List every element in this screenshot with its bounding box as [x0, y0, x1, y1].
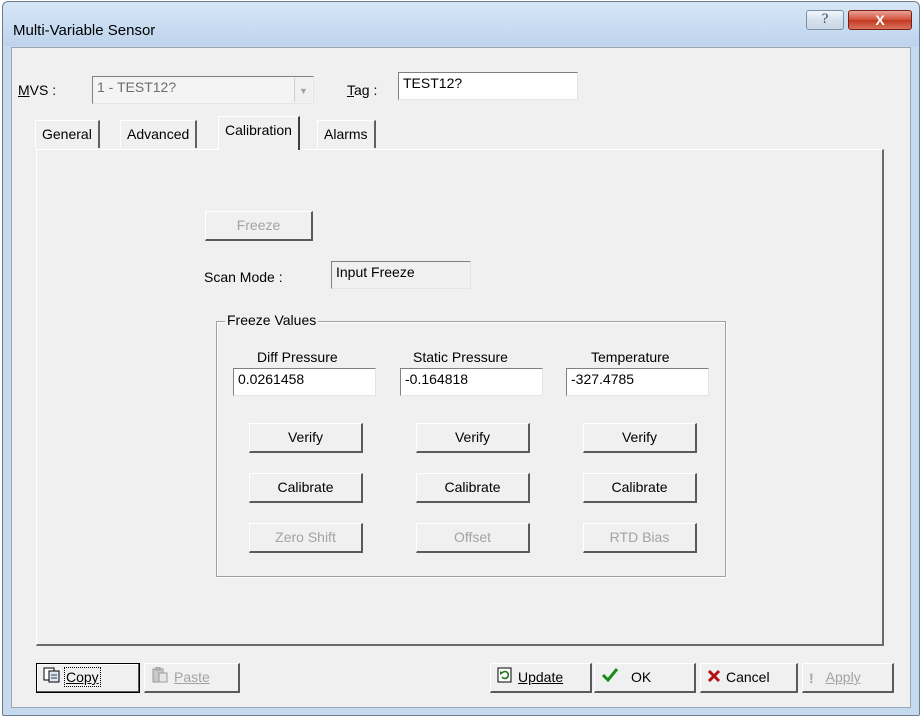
update-label: Update: [518, 669, 564, 685]
tag-input[interactable]: TEST12?: [398, 72, 578, 100]
tab-advanced[interactable]: Advanced: [120, 120, 198, 148]
exclamation-icon: !: [809, 670, 814, 687]
static-pressure-value[interactable]: -0.164818: [400, 368, 543, 396]
paste-icon: [151, 665, 169, 691]
freeze-button[interactable]: Freeze: [205, 211, 313, 241]
diff-pressure-verify-button[interactable]: Verify: [249, 423, 363, 453]
freeze-values-group: Freeze Values Diff Pressure 0.0261458 Ve…: [216, 312, 726, 577]
tag-label: Tag :: [347, 82, 378, 98]
cancel-label: Cancel: [726, 669, 770, 685]
close-icon: X: [875, 12, 885, 28]
cancel-button[interactable]: Cancel: [700, 663, 798, 693]
scan-mode-label: Scan Mode :: [204, 269, 283, 285]
offset-button[interactable]: Offset: [416, 523, 530, 553]
title-bar[interactable]: Multi-Variable Sensor ? X: [3, 2, 919, 46]
diff-pressure-calibrate-button[interactable]: Calibrate: [249, 473, 363, 503]
apply-button[interactable]: ! Apply: [802, 663, 894, 693]
window-title: Multi-Variable Sensor: [13, 22, 156, 39]
diff-pressure-value[interactable]: 0.0261458: [233, 368, 376, 396]
chevron-down-icon[interactable]: ▼: [294, 78, 312, 102]
copy-button[interactable]: Copy: [36, 663, 140, 693]
static-pressure-calibrate-button[interactable]: Calibrate: [416, 473, 530, 503]
diff-pressure-heading: Diff Pressure: [257, 349, 338, 365]
tab-alarms[interactable]: Alarms: [317, 120, 376, 148]
close-button[interactable]: X: [848, 10, 912, 30]
mvs-combobox[interactable]: 1 - TEST12? ▼: [92, 76, 314, 104]
checkmark-icon: [601, 665, 619, 691]
temperature-heading: Temperature: [591, 349, 670, 365]
rtd-bias-button[interactable]: RTD Bias: [583, 523, 697, 553]
scan-mode-value: Input Freeze: [331, 261, 471, 289]
tab-general[interactable]: General: [35, 120, 100, 148]
ok-label: OK: [631, 669, 652, 685]
help-button[interactable]: ?: [806, 10, 844, 30]
ok-button[interactable]: OK: [594, 663, 696, 693]
freeze-values-title: Freeze Values: [225, 312, 319, 328]
refresh-icon: [497, 665, 513, 691]
calibration-panel: Freeze Scan Mode : Input Freeze Freeze V…: [36, 149, 884, 646]
paste-button[interactable]: Paste: [144, 663, 240, 693]
zero-shift-button[interactable]: Zero Shift: [249, 523, 363, 553]
x-icon: [707, 665, 721, 691]
dialog-client-area: MVS : 1 - TEST12? ▼ Tag : TEST12? Genera…: [11, 47, 911, 708]
temperature-calibrate-button[interactable]: Calibrate: [583, 473, 697, 503]
static-pressure-heading: Static Pressure: [413, 349, 508, 365]
mvs-label: MVS :: [18, 82, 57, 98]
apply-label: Apply: [825, 669, 861, 685]
static-pressure-verify-button[interactable]: Verify: [416, 423, 530, 453]
temperature-value[interactable]: -327.4785: [566, 368, 709, 396]
mvs-value: 1 - TEST12?: [97, 79, 177, 95]
update-button[interactable]: Update: [490, 663, 592, 693]
copy-label: Copy: [64, 667, 101, 687]
paste-label: Paste: [174, 669, 210, 685]
dialog-window: Multi-Variable Sensor ? X MVS : 1 - TEST…: [2, 1, 920, 716]
copy-icon: [43, 665, 61, 691]
temperature-verify-button[interactable]: Verify: [583, 423, 697, 453]
tab-calibration[interactable]: Calibration: [218, 116, 300, 150]
